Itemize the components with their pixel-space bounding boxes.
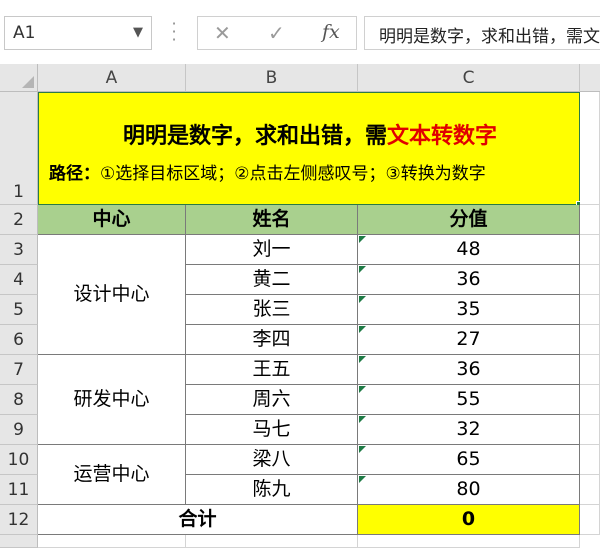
header-name[interactable]: 姓名 — [186, 205, 358, 235]
enter-icon[interactable]: ✓ — [268, 21, 285, 45]
column-header-c[interactable]: C — [358, 64, 580, 92]
value-cell[interactable]: 80 — [358, 475, 580, 505]
name-cell[interactable]: 梁八 — [186, 445, 358, 475]
insert-function-icon[interactable]: fx — [322, 21, 340, 43]
formula-buttons: ✕ ✓ fx — [197, 16, 357, 50]
error-indicator-icon — [359, 476, 366, 483]
error-indicator-icon — [359, 356, 366, 363]
column-header-d[interactable] — [580, 64, 600, 92]
value-cell[interactable]: 36 — [358, 355, 580, 385]
row-header-1[interactable]: 1 — [0, 92, 38, 205]
title-red-text: 文本转数字 — [387, 124, 498, 149]
name-cell[interactable]: 黄二 — [186, 265, 358, 295]
error-indicator-icon — [359, 416, 366, 423]
row-header-2[interactable]: 2 — [0, 205, 38, 235]
column-header-b[interactable]: B — [186, 64, 358, 92]
value-text: 36 — [456, 358, 481, 380]
cell-d1[interactable] — [580, 92, 600, 205]
row-header-9[interactable]: 9 — [0, 415, 38, 445]
title-black-text: 明明是数字，求和出错，需 — [122, 124, 387, 149]
value-text: 55 — [456, 388, 481, 410]
group-rd[interactable]: 研发中心 — [38, 355, 186, 445]
value-text: 65 — [456, 448, 481, 470]
error-indicator-icon — [359, 266, 366, 273]
column-header-a[interactable]: A — [38, 64, 186, 92]
cell-d[interactable] — [580, 385, 600, 415]
title-line-2: 路径：①选择目标区域；②点击左侧感叹号；③转换为数字 — [49, 159, 486, 184]
chevron-down-icon[interactable]: ▼ — [133, 25, 143, 40]
name-cell[interactable]: 陈九 — [186, 475, 358, 505]
error-indicator-icon — [359, 386, 366, 393]
row-header-8[interactable]: 8 — [0, 385, 38, 415]
row-header-5[interactable]: 5 — [0, 295, 38, 325]
value-cell[interactable]: 36 — [358, 265, 580, 295]
path-label: 路径： — [49, 164, 100, 184]
formula-content: 明明是数字，求和出错，需文本转数字 — [379, 27, 600, 47]
row-header-4[interactable]: 4 — [0, 265, 38, 295]
value-cell[interactable]: 32 — [358, 415, 580, 445]
name-cell[interactable]: 李四 — [186, 325, 358, 355]
name-cell[interactable]: 周六 — [186, 385, 358, 415]
row-header-12[interactable]: 12 — [0, 505, 38, 535]
name-box-value: A1 — [13, 23, 36, 43]
row-header-7[interactable]: 7 — [0, 355, 38, 385]
value-text: 27 — [456, 328, 481, 350]
cell-d[interactable] — [580, 445, 600, 475]
formula-input[interactable]: 明明是数字，求和出错，需文本转数字 — [364, 16, 600, 50]
path-steps: ①选择目标区域；②点击左侧感叹号；③转换为数字 — [100, 164, 486, 184]
total-label-cell[interactable]: 合计 — [38, 505, 358, 535]
name-box[interactable]: A1 ▼ — [4, 16, 152, 50]
more-options-icon[interactable]: · · · — [170, 16, 178, 48]
error-indicator-icon — [359, 326, 366, 333]
error-indicator-icon — [359, 236, 366, 243]
title-cell[interactable]: 明明是数字，求和出错，需文本转数字 路径：①选择目标区域；②点击左侧感叹号；③转… — [38, 92, 580, 205]
cell-d[interactable] — [580, 325, 600, 355]
cancel-icon[interactable]: ✕ — [214, 21, 231, 45]
value-cell[interactable]: 27 — [358, 325, 580, 355]
header-value[interactable]: 分值 — [358, 205, 580, 235]
row-header-3[interactable]: 3 — [0, 235, 38, 265]
row-header-13[interactable] — [0, 535, 38, 548]
spreadsheet-grid: A B C 1 2 3 4 5 6 7 8 9 10 11 12 明明是数字，求… — [0, 64, 600, 548]
error-indicator-icon — [359, 446, 366, 453]
value-text: 32 — [456, 418, 481, 440]
select-all-icon — [22, 76, 34, 88]
name-cell[interactable]: 王五 — [186, 355, 358, 385]
value-text: 36 — [456, 268, 481, 290]
cell-b13[interactable] — [186, 535, 358, 548]
cell-d[interactable] — [580, 265, 600, 295]
row-header-6[interactable]: 6 — [0, 325, 38, 355]
header-center[interactable]: 中心 — [38, 205, 186, 235]
group-design[interactable]: 设计中心 — [38, 235, 186, 355]
total-value-cell[interactable]: 0 — [358, 505, 580, 535]
title-line-1: 明明是数字，求和出错，需文本转数字 — [39, 118, 581, 150]
select-all-button[interactable] — [0, 64, 38, 92]
error-indicator-icon — [359, 296, 366, 303]
value-cell[interactable]: 48 — [358, 235, 580, 265]
group-ops[interactable]: 运营中心 — [38, 445, 186, 505]
name-cell[interactable]: 张三 — [186, 295, 358, 325]
value-text: 35 — [456, 298, 481, 320]
cell-d[interactable] — [580, 205, 600, 235]
value-text: 80 — [456, 478, 481, 500]
value-cell[interactable]: 65 — [358, 445, 580, 475]
cell-d[interactable] — [580, 505, 600, 535]
row-header-11[interactable]: 11 — [0, 475, 38, 505]
cell-d[interactable] — [580, 295, 600, 325]
name-cell[interactable]: 马七 — [186, 415, 358, 445]
cell-d[interactable] — [580, 355, 600, 385]
formula-bar: A1 ▼ ··· ✕ ✓ fx 明明是数字，求和出错，需文本转数字 — [0, 0, 600, 64]
name-cell[interactable]: 刘一 — [186, 235, 358, 265]
cell-d[interactable] — [580, 235, 600, 265]
cell-d[interactable] — [580, 415, 600, 445]
value-cell[interactable]: 55 — [358, 385, 580, 415]
row-header-10[interactable]: 10 — [0, 445, 38, 475]
cell-a13[interactable] — [38, 535, 186, 548]
value-text: 48 — [456, 238, 481, 260]
value-cell[interactable]: 35 — [358, 295, 580, 325]
cell-c13[interactable] — [358, 535, 580, 548]
cell-d[interactable] — [580, 475, 600, 505]
